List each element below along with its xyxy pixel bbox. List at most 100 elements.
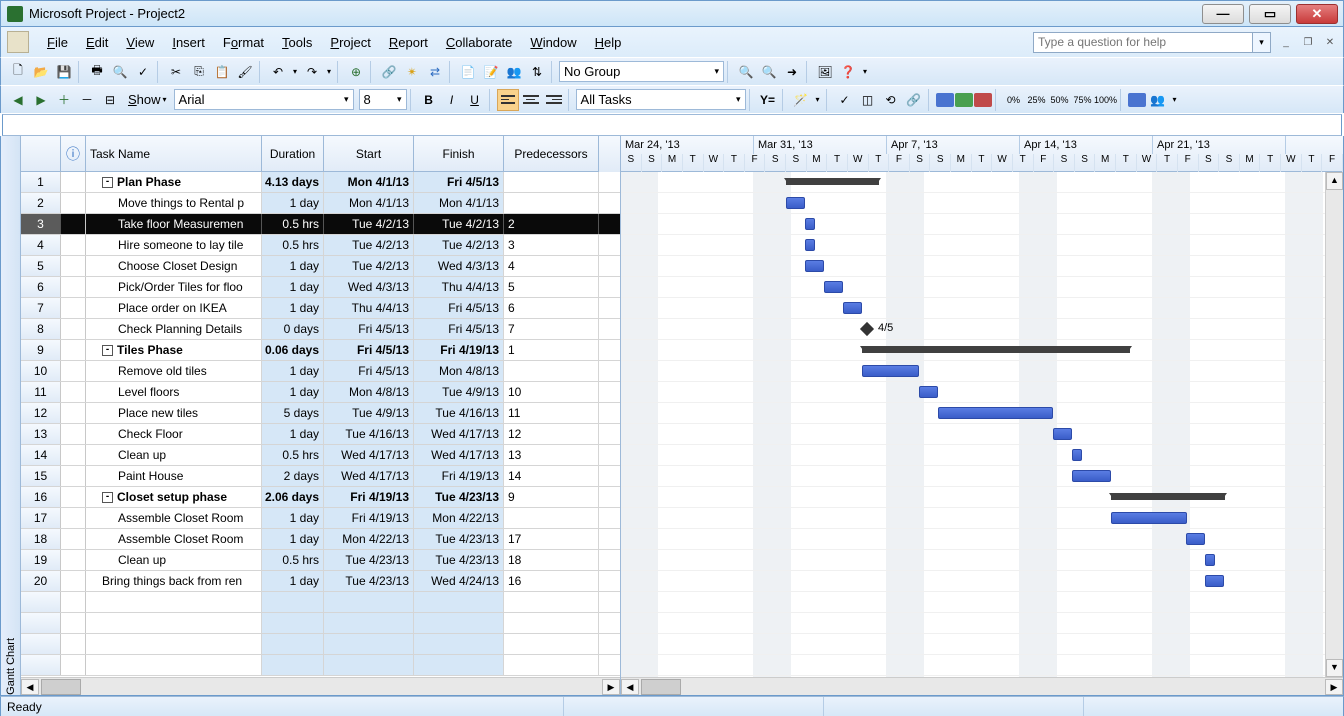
info-cell[interactable] [61,340,86,360]
summary-bar[interactable] [862,346,1130,353]
cell-duration[interactable]: 1 day [262,361,324,381]
menu-tools[interactable]: Tools [274,31,320,54]
cell-predecessors[interactable]: 3 [504,235,599,255]
italic-icon[interactable]: I [441,89,463,111]
cell-task-name[interactable]: Level floors [86,382,262,402]
print-preview-icon[interactable]: 🔍 [109,61,131,83]
show-button[interactable]: Show▾ [122,89,173,111]
font-size-combo[interactable]: 8▾ [359,89,407,110]
rownum-header[interactable] [21,136,61,172]
info-cell[interactable] [61,403,86,423]
cell-predecessors[interactable]: 18 [504,550,599,570]
cell-start[interactable]: Wed 4/3/13 [324,277,414,297]
col-duration[interactable]: Duration [262,136,324,172]
outdent-icon[interactable]: ◀ [7,89,29,111]
align-center-icon[interactable] [520,89,542,111]
cell-finish[interactable]: Fri 4/5/13 [414,298,504,318]
table-row-empty[interactable] [21,613,620,634]
row-number[interactable]: 14 [21,445,61,465]
table-row-empty[interactable] [21,655,620,676]
cell-finish[interactable]: Tue 4/16/13 [414,403,504,423]
task-bar[interactable] [1072,470,1111,482]
cell-finish[interactable]: Fri 4/5/13 [414,172,504,192]
cell-finish[interactable]: Mon 4/8/13 [414,361,504,381]
cell-task-name[interactable]: Assemble Closet Room [86,508,262,528]
row-number[interactable]: 10 [21,361,61,381]
save-icon[interactable]: 💾 [53,61,75,83]
cell-start[interactable]: Tue 4/2/13 [324,214,414,234]
cell-finish[interactable]: Fri 4/5/13 [414,319,504,339]
cell-duration[interactable]: 1 day [262,424,324,444]
bold-icon[interactable]: B [418,89,440,111]
gantt-row[interactable] [621,340,1343,361]
cell-duration[interactable]: 5 days [262,403,324,423]
pct-100-icon[interactable]: 100% [1095,89,1117,111]
cell-finish[interactable]: Thu 4/4/13 [414,277,504,297]
table-row-empty[interactable] [21,592,620,613]
autofilter-icon[interactable]: Y= [757,89,779,111]
row-number[interactable]: 3 [21,214,61,234]
wizard-dropdown[interactable]: ▾ [813,89,823,111]
table-row[interactable]: 7Place order on IKEA1 dayThu 4/4/13Fri 4… [21,298,620,319]
summary-bar[interactable] [1111,493,1225,500]
cell-duration[interactable]: 1 day [262,298,324,318]
cell-finish[interactable]: Tue 4/23/13 [414,487,504,507]
collab-toolbar-icon[interactable]: 👥 [1147,89,1169,111]
row-number[interactable]: 16 [21,487,61,507]
task-bar[interactable] [1186,533,1205,545]
align-right-icon[interactable] [543,89,565,111]
cell-predecessors[interactable]: 2 [504,214,599,234]
info-cell[interactable] [61,298,86,318]
menu-window[interactable]: Window [522,31,584,54]
col-predecessors[interactable]: Predecessors [504,136,599,172]
info-cell[interactable] [61,214,86,234]
cell-predecessors[interactable]: 14 [504,466,599,486]
task-bar[interactable] [805,218,815,230]
cell-duration[interactable]: 1 day [262,508,324,528]
gantt-row[interactable]: 4/5 [621,319,1343,340]
gantt-scroll-up[interactable]: ▲ [1326,172,1343,190]
project-icon[interactable] [7,31,29,53]
undo-icon[interactable]: ↶ [267,61,289,83]
open-icon[interactable]: 📂 [30,61,52,83]
task-info-icon[interactable]: 📄 [457,61,479,83]
outline-toggle[interactable]: - [102,345,113,356]
cell-duration[interactable]: 1 day [262,382,324,402]
table-row[interactable]: 17Assemble Closet Room1 dayFri 4/19/13Mo… [21,508,620,529]
menu-report[interactable]: Report [381,31,436,54]
milestone-marker[interactable] [860,322,874,336]
cell-task-name[interactable]: Pick/Order Tiles for floo [86,277,262,297]
info-cell[interactable] [61,445,86,465]
gantt-row[interactable] [621,529,1343,550]
info-cell[interactable] [61,172,86,192]
menu-file[interactable]: File [39,31,76,54]
task-notes-icon[interactable]: 📝 [480,61,502,83]
table-row-empty[interactable] [21,634,620,655]
cell-start[interactable]: Tue 4/9/13 [324,403,414,423]
track-link-icon[interactable]: 🔗 [903,89,925,111]
grid-scroll-thumb[interactable] [41,679,81,695]
row-number[interactable]: 7 [21,298,61,318]
info-cell[interactable] [61,487,86,507]
menu-help[interactable]: Help [587,31,630,54]
row-number[interactable]: 1 [21,172,61,192]
group-combo[interactable]: No Group▾ [559,61,724,82]
cell-duration[interactable]: 0.06 days [262,340,324,360]
cell-finish[interactable]: Wed 4/24/13 [414,571,504,591]
cell-start[interactable]: Mon 4/8/13 [324,382,414,402]
gantt-row[interactable] [621,193,1343,214]
indent-icon[interactable]: ▶ [30,89,52,111]
cell-finish[interactable]: Tue 4/23/13 [414,550,504,570]
hide-subtasks-icon[interactable]: － [76,89,98,111]
cell-task-name[interactable]: Check Planning Details [86,319,262,339]
entry-bar[interactable] [2,114,1342,136]
cell-finish[interactable]: Tue 4/9/13 [414,382,504,402]
maximize-button[interactable]: ▭ [1249,4,1291,24]
cell-task-name[interactable]: Bring things back from ren [86,571,262,591]
cell-start[interactable]: Fri 4/19/13 [324,487,414,507]
task-bar[interactable] [1111,512,1187,524]
cell-task-name[interactable]: -Plan Phase [86,172,262,192]
row-number[interactable]: 5 [21,256,61,276]
task-bar[interactable] [1205,575,1224,587]
row-number[interactable]: 15 [21,466,61,486]
